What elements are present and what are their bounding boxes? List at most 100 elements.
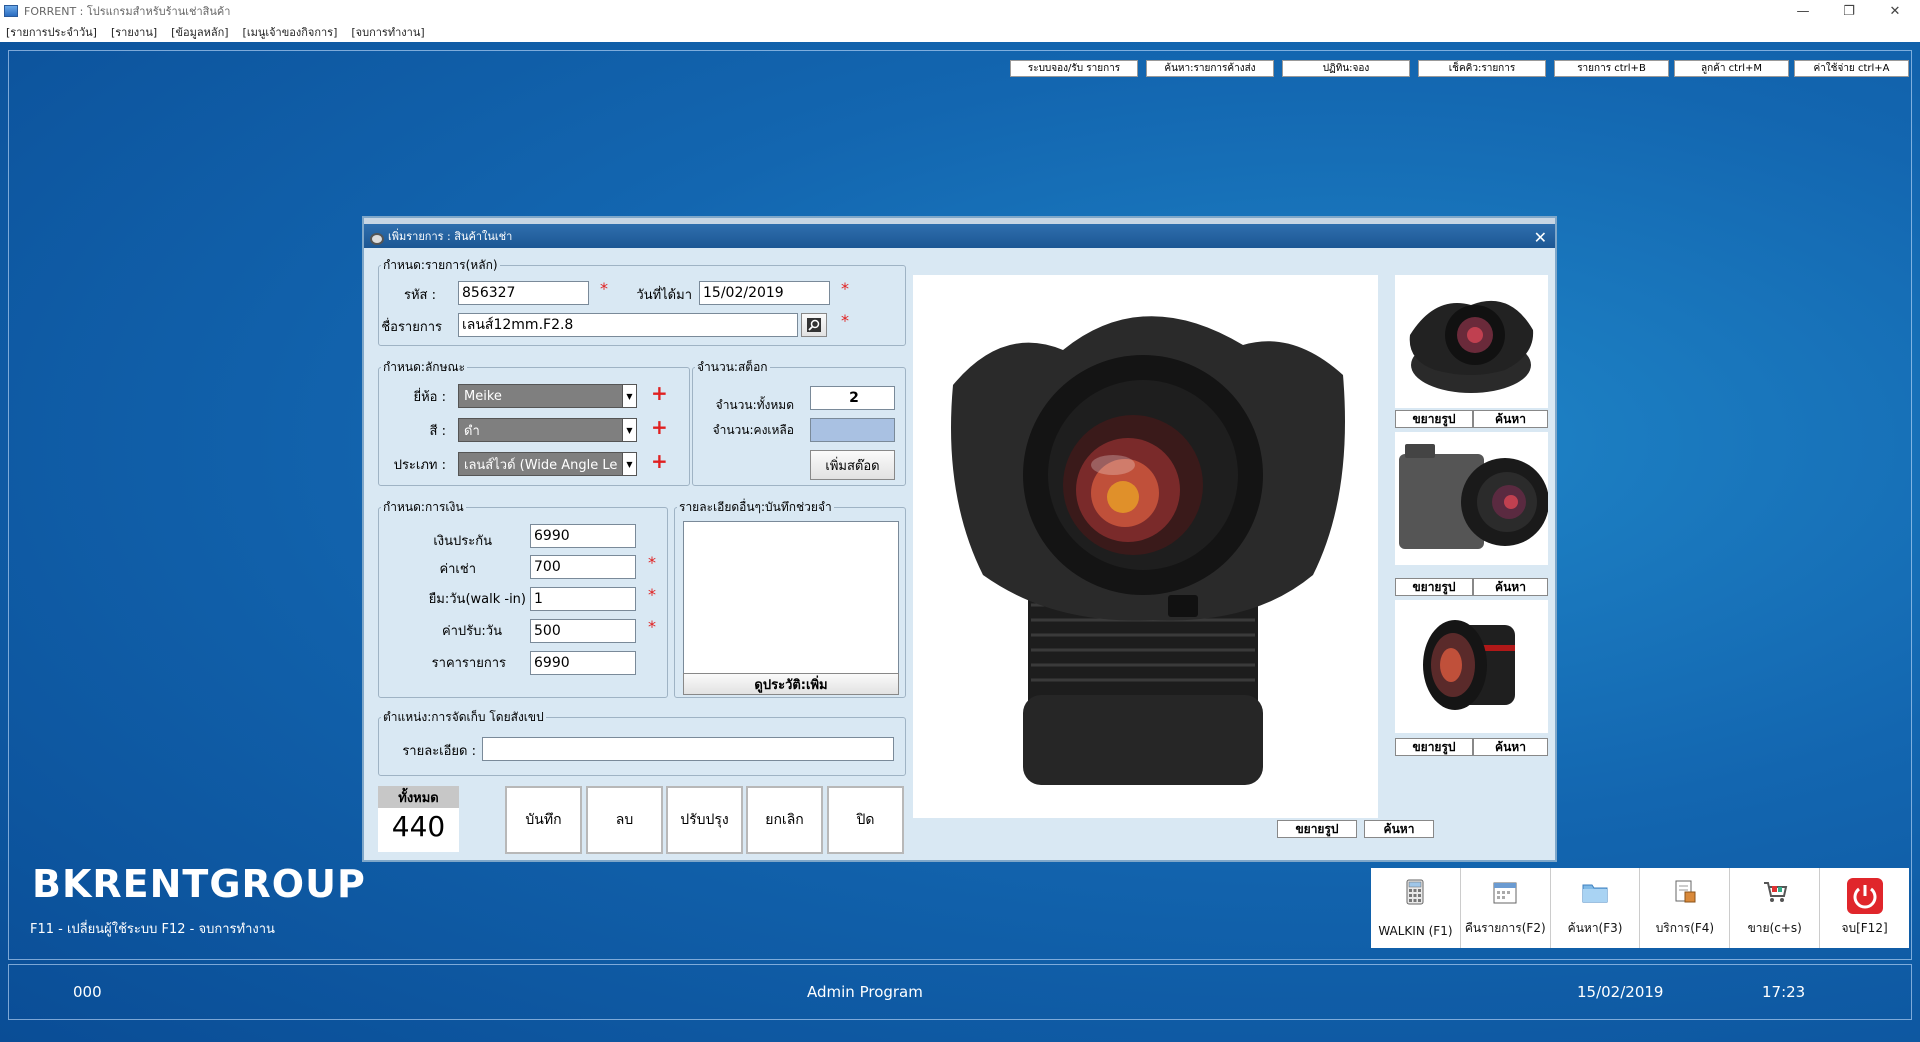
thumbnail-1[interactable] bbox=[1395, 275, 1548, 408]
location-detail-label: รายละเอียด : bbox=[402, 744, 476, 759]
name-field[interactable]: เลนส์12mm.F2.8 bbox=[458, 313, 798, 337]
color-value: ดำ bbox=[464, 423, 480, 439]
history-button[interactable]: ดูประวัติ:เพิ่ม bbox=[683, 673, 899, 695]
price-label: ราคารายการ bbox=[431, 656, 506, 671]
calendar-booking-button[interactable]: ปฏิทิน:จอง bbox=[1282, 60, 1410, 77]
stock-remaining-field bbox=[810, 418, 895, 442]
total-value: 440 bbox=[391, 810, 446, 843]
folder-icon bbox=[1582, 884, 1608, 903]
brand-shortcuts: F11 - เปลี่ยนผู้ใช้ระบบ F12 - จบการทำงาน bbox=[30, 922, 275, 937]
calculator-icon bbox=[1406, 879, 1424, 905]
notes-textarea[interactable] bbox=[683, 521, 899, 693]
close-button[interactable]: ปิด bbox=[827, 786, 904, 854]
items-button[interactable]: รายการ ctrl+B bbox=[1554, 60, 1669, 77]
thumbnail-2[interactable] bbox=[1395, 432, 1549, 565]
brand-name: BKRENTGROUP bbox=[32, 862, 366, 906]
add-stock-button[interactable]: เพิ่มสต๊อด bbox=[810, 450, 895, 480]
days-required-marker: * bbox=[648, 585, 656, 604]
stock-group-legend: จำนวน:สต็อก bbox=[697, 360, 768, 374]
quick-toolbar: WALKIN (F1) คืนรายการ(F2) ค้นหา(F3) บริก… bbox=[1371, 868, 1909, 948]
code-field[interactable]: 856327 bbox=[458, 281, 589, 305]
walkin-button[interactable]: WALKIN (F1) bbox=[1371, 868, 1461, 948]
total-box: ทั้งหมด 440 bbox=[378, 786, 459, 852]
service-label: บริการ(F4) bbox=[1655, 921, 1715, 935]
status-date: 15/02/2019 bbox=[1577, 983, 1664, 1001]
thumb2-enlarge-button[interactable]: ขยายรูป bbox=[1395, 578, 1473, 596]
delete-button[interactable]: ลบ bbox=[586, 786, 663, 854]
fine-label: ค่าปรับ:วัน bbox=[441, 624, 502, 639]
menu-exit[interactable]: [จบการทำงาน] bbox=[351, 23, 424, 41]
menu-owner[interactable]: [เมนูเจ้าของกิจการ] bbox=[243, 23, 338, 41]
date-field[interactable]: 15/02/2019 bbox=[699, 281, 830, 305]
price-field[interactable]: 6990 bbox=[530, 651, 636, 675]
rent-field[interactable]: 700 bbox=[530, 555, 636, 579]
days-label: ยืม:วัน(walk -in) bbox=[428, 592, 526, 607]
cart-icon bbox=[1763, 882, 1787, 902]
return-button[interactable]: คืนรายการ(F2) bbox=[1461, 868, 1551, 948]
stock-total-field[interactable]: 2 bbox=[810, 386, 895, 410]
chevron-down-icon: ▼ bbox=[622, 385, 636, 407]
location-group-legend: ตำแหน่ง:การจัดเก็บ โดยสังเขป bbox=[383, 710, 544, 724]
update-button[interactable]: ปรับปรุง bbox=[666, 786, 743, 854]
name-lookup-button[interactable] bbox=[801, 313, 827, 337]
window-title: FORRENT : โปรแกรมสำหรับร้านเช่าสินค้า bbox=[24, 5, 231, 18]
window-close-button[interactable]: ✕ bbox=[1872, 0, 1918, 22]
pending-search-button[interactable]: ค้นหา:รายการค้างส่ง bbox=[1146, 60, 1274, 77]
thumb3-search-button[interactable]: ค้นหา bbox=[1473, 738, 1548, 756]
fine-field[interactable]: 500 bbox=[530, 619, 636, 643]
dialog-close-button[interactable]: ✕ bbox=[1534, 228, 1547, 247]
date-required-marker: * bbox=[841, 279, 849, 298]
attributes-group-legend: กำหนด:ลักษณะ bbox=[383, 360, 466, 374]
money-group-legend: กำหนด:การเงิน bbox=[383, 500, 464, 514]
color-select[interactable]: ดำ ▼ bbox=[458, 418, 637, 442]
status-program: Admin Program bbox=[807, 983, 923, 1001]
deposit-label: เงินประกัน bbox=[433, 534, 492, 549]
fisheye-lens-thumbnail bbox=[1423, 620, 1515, 710]
status-code: 000 bbox=[73, 983, 102, 1001]
save-button[interactable]: บันทึก bbox=[505, 786, 582, 854]
minimize-button[interactable]: — bbox=[1780, 0, 1826, 22]
thumbnail-3[interactable] bbox=[1395, 600, 1548, 733]
code-label: รหัส : bbox=[404, 288, 436, 303]
expenses-button[interactable]: ค่าใช้จ่าย ctrl+A bbox=[1794, 60, 1909, 77]
menu-reports[interactable]: [รายงาน] bbox=[111, 23, 157, 41]
menu-master-data[interactable]: [ข้อมูลหลัก] bbox=[171, 23, 228, 41]
fine-required-marker: * bbox=[648, 617, 656, 636]
booking-button[interactable]: ระบบจอง/รับ รายการ bbox=[1010, 60, 1138, 77]
total-label: ทั้งหมด bbox=[378, 786, 459, 808]
search-icon bbox=[807, 318, 821, 332]
type-value: เลนส์ไวด์ (Wide Angle Le bbox=[464, 457, 618, 473]
exit-button[interactable]: จบ[F12] bbox=[1820, 868, 1909, 948]
thumb1-search-button[interactable]: ค้นหา bbox=[1473, 410, 1548, 428]
queue-check-button[interactable]: เช็คคิว:รายการ bbox=[1418, 60, 1546, 77]
thumb3-enlarge-button[interactable]: ขยายรูป bbox=[1395, 738, 1473, 756]
main-group-legend: กำหนด:รายการ(หลัก) bbox=[383, 258, 498, 272]
add-type-button[interactable]: + bbox=[651, 449, 668, 473]
service-button[interactable]: บริการ(F4) bbox=[1640, 868, 1731, 948]
stock-total-label: จำนวน:ทั้งหมด bbox=[715, 398, 794, 412]
customers-button[interactable]: ลูกค้า ctrl+M bbox=[1674, 60, 1789, 77]
name-required-marker: * bbox=[841, 311, 849, 330]
thumb1-enlarge-button[interactable]: ขยายรูป bbox=[1395, 410, 1473, 428]
search-toolbar-label: ค้นหา(F3) bbox=[1567, 921, 1623, 935]
rent-required-marker: * bbox=[648, 553, 656, 572]
main-enlarge-button[interactable]: ขยายรูป bbox=[1277, 820, 1357, 838]
search-toolbar-button[interactable]: ค้นหา(F3) bbox=[1551, 868, 1641, 948]
name-label: ชื่อรายการ bbox=[381, 320, 442, 335]
restore-button[interactable]: ❐ bbox=[1826, 0, 1872, 22]
sell-button[interactable]: ขาย(c+s) bbox=[1730, 868, 1821, 948]
menu-daily[interactable]: [รายการประจำวัน] bbox=[6, 23, 97, 41]
days-field[interactable]: 1 bbox=[530, 587, 636, 611]
add-brand-button[interactable]: + bbox=[651, 381, 668, 405]
title-bar: FORRENT : โปรแกรมสำหรับร้านเช่าสินค้า — … bbox=[0, 0, 1920, 22]
main-search-button[interactable]: ค้นหา bbox=[1364, 820, 1434, 838]
brand-select[interactable]: Meike ▼ bbox=[458, 384, 637, 408]
cancel-button[interactable]: ยกเลิก bbox=[746, 786, 823, 854]
add-color-button[interactable]: + bbox=[651, 415, 668, 439]
type-select[interactable]: เลนส์ไวด์ (Wide Angle Le ▼ bbox=[458, 452, 637, 476]
location-detail-field[interactable] bbox=[482, 737, 894, 761]
chevron-down-icon: ▼ bbox=[622, 453, 636, 475]
thumb2-search-button[interactable]: ค้นหา bbox=[1473, 578, 1548, 596]
deposit-field[interactable]: 6990 bbox=[530, 524, 636, 548]
dialog-title: เพิ่มรายการ : สินค้าในเช่า bbox=[388, 230, 513, 243]
